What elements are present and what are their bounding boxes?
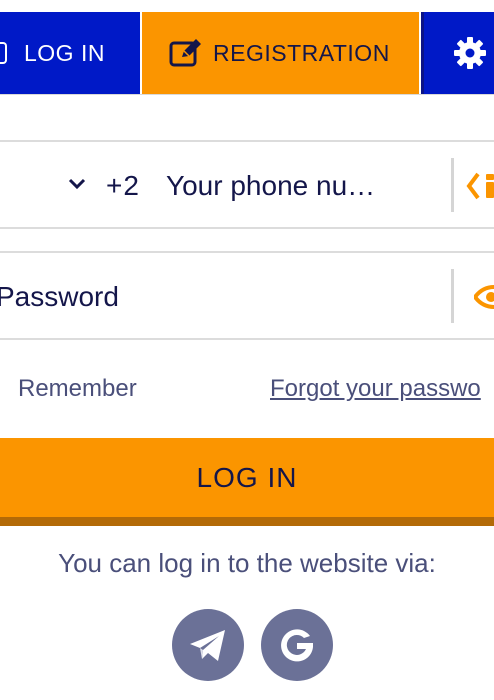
telegram-button[interactable] bbox=[172, 609, 244, 681]
remember-me-label[interactable]: Remember bbox=[18, 375, 137, 403]
phone-field: +2 bbox=[0, 140, 494, 229]
login-page: LOG IN REGISTRATION +2 Your phone nu… Re… bbox=[0, 0, 494, 700]
login-icon bbox=[0, 42, 7, 64]
tab-settings[interactable] bbox=[421, 12, 494, 94]
phone-input[interactable] bbox=[166, 164, 446, 208]
forgot-password-link[interactable]: Forgot your passwo bbox=[270, 375, 481, 403]
tab-separator bbox=[421, 12, 424, 94]
google-icon bbox=[281, 629, 313, 662]
password-field bbox=[0, 251, 494, 340]
gear-icon bbox=[454, 37, 486, 69]
tab-registration-label: REGISTRATION bbox=[213, 39, 390, 66]
login-button[interactable]: LOG IN bbox=[0, 438, 494, 526]
code-icon[interactable] bbox=[466, 168, 494, 204]
google-button[interactable] bbox=[261, 609, 333, 681]
tab-login-label: LOG IN bbox=[24, 39, 105, 66]
tab-registration[interactable]: REGISTRATION bbox=[142, 12, 419, 94]
auth-tabs: LOG IN REGISTRATION bbox=[0, 12, 494, 95]
field-divider bbox=[451, 269, 454, 323]
social-login-label: You can log in to the website via: bbox=[58, 548, 436, 578]
password-input[interactable] bbox=[0, 275, 436, 319]
eye-icon[interactable] bbox=[474, 283, 494, 311]
country-code[interactable]: +2 bbox=[106, 170, 140, 202]
edit-icon bbox=[169, 39, 201, 67]
field-divider bbox=[451, 158, 454, 212]
tab-login[interactable]: LOG IN bbox=[0, 12, 140, 94]
chevron-down-icon[interactable] bbox=[67, 177, 87, 191]
telegram-icon bbox=[190, 630, 225, 661]
